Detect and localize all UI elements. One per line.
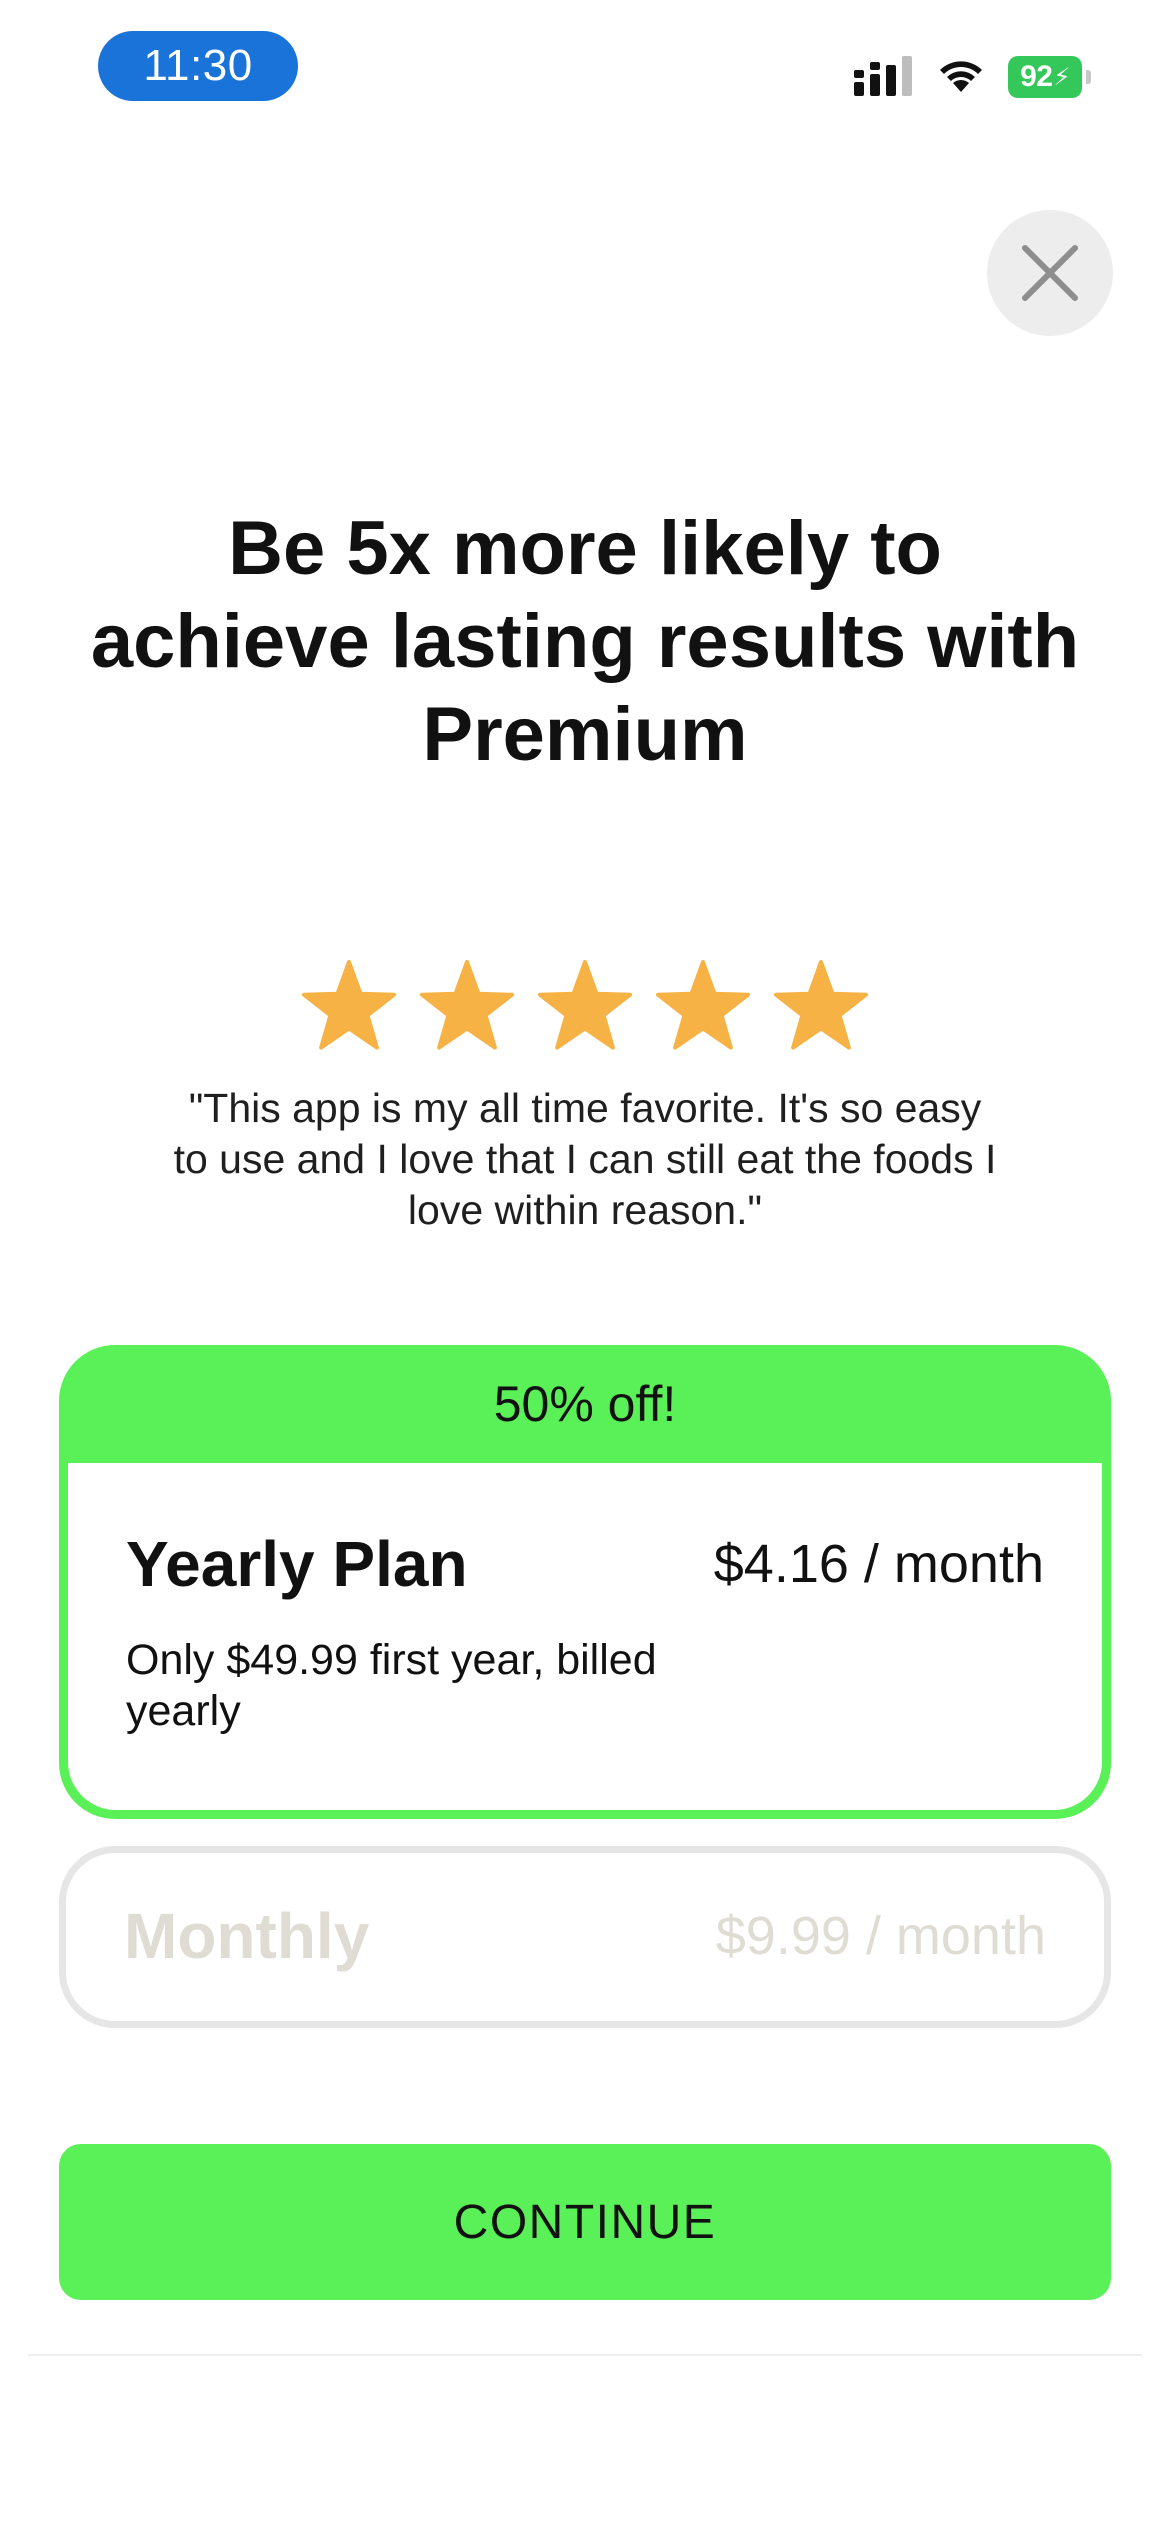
star-icon bbox=[419, 959, 515, 1050]
battery-percent: 92 bbox=[1020, 60, 1053, 93]
plan-yearly-price: $4.16 / month bbox=[713, 1534, 1044, 1594]
signal-icon bbox=[854, 56, 912, 96]
battery-charging-icon: 92 ⚡ bbox=[1008, 56, 1092, 98]
status-time: 11:30 bbox=[98, 31, 298, 101]
plan-yearly-body: Yearly Plan $4.16 / month Only $49.99 fi… bbox=[68, 1463, 1102, 1810]
plan-monthly-title: Monthly bbox=[124, 1900, 370, 1972]
plan-option-monthly[interactable]: Monthly $9.99 / month bbox=[59, 1846, 1111, 2028]
close-icon bbox=[1022, 245, 1078, 301]
star-icon bbox=[655, 959, 751, 1050]
rating-stars bbox=[300, 958, 870, 1058]
plan-yearly-title: Yearly Plan bbox=[126, 1528, 468, 1600]
wifi-icon bbox=[940, 61, 982, 92]
bottom-divider bbox=[28, 2354, 1142, 2356]
testimonial-quote: "This app is my all time favorite. It's … bbox=[173, 1085, 997, 1233]
battery-cap bbox=[1086, 70, 1091, 84]
close-button[interactable] bbox=[987, 210, 1113, 336]
plan-yearly-description: Only $49.99 first year, billed yearly bbox=[126, 1636, 657, 1735]
star-icon bbox=[773, 959, 869, 1050]
plan-option-yearly[interactable]: 50% off! Yearly Plan $4.16 / month Only … bbox=[59, 1345, 1111, 1819]
charging-bolt-icon: ⚡ bbox=[1053, 63, 1071, 91]
plan-monthly-price: $9.99 / month bbox=[715, 1906, 1046, 1966]
star-icon bbox=[537, 959, 633, 1050]
battery-level: 92 ⚡ bbox=[1008, 56, 1082, 98]
discount-badge: 50% off! bbox=[493, 1376, 677, 1432]
continue-button[interactable]: CONTINUE bbox=[59, 2144, 1111, 2300]
headline: Be 5x more likely to achieve lasting res… bbox=[90, 506, 1080, 777]
star-icon bbox=[301, 959, 397, 1050]
